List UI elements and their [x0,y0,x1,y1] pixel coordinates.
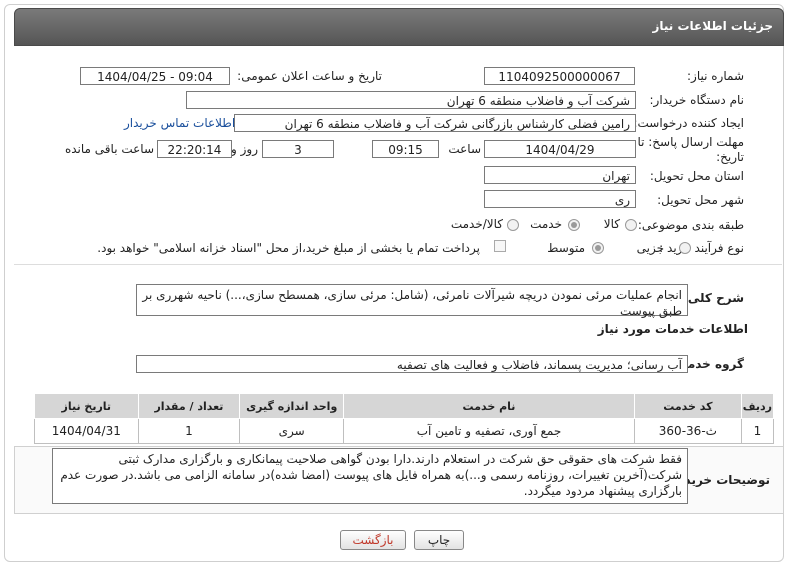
deadline-time-label: ساعت [448,142,481,156]
deadline-time-field: 09:15 [372,140,439,158]
category-goods-label: کالا [603,217,620,231]
payment-note: پرداخت تمام یا بخشی از مبلغ خرید،از محل … [97,241,480,255]
days-label: روز و [231,142,258,156]
announce-label: تاریخ و ساعت اعلان عمومی: [237,69,382,83]
creator-label: ایجاد کننده درخواست: [633,116,744,130]
services-table-header: ردیف کد خدمت نام خدمت واحد اندازه گیری ت… [34,393,775,419]
category-service-radio[interactable] [568,219,580,231]
column-header-need-date: تاریخ نیاز [34,393,139,419]
buyer-org-field: شرکت آب و فاضلاب منطقه 6 تهران [186,91,636,109]
column-header-unit: واحد اندازه گیری [239,393,345,419]
back-button[interactable]: بازگشت [340,530,406,550]
city-field: ری [484,190,636,208]
category-both-label: کالا/خدمت [450,217,503,231]
remaining-label: ساعت باقی مانده [64,142,154,156]
deadline-date-label: تاریخ: [716,150,744,164]
category-both-radio[interactable] [507,219,519,231]
remaining-time-field: 22:20:14 [157,140,232,158]
process-medium-radio[interactable] [592,242,604,254]
days-remaining-field: 3 [262,140,334,158]
page-header: جزئیات اطلاعات نیاز [14,8,784,46]
column-header-service-code: کد خدمت [633,393,742,419]
services-table: ردیف کد خدمت نام خدمت واحد اندازه گیری ت… [34,393,775,444]
process-medium-label: متوسط [547,241,585,255]
buyer-contact-link[interactable]: اطلاعات تماس خریدار [124,116,235,130]
need-number-label: شماره نیاز: [687,69,744,83]
announce-field: 1404/04/25 - 09:04 [80,67,230,85]
column-header-row-number: ردیف [740,393,775,419]
category-goods-radio[interactable] [625,219,637,231]
buyer-notes-textarea[interactable]: فقط شرکت های حقوقی حق شرکت در استعلام دا… [52,448,688,504]
cell-row-number: 1 [740,418,775,444]
column-header-service-name: نام خدمت [343,393,635,419]
category-service-label: خدمت [530,217,562,231]
treasury-payment-checkbox[interactable] [494,240,506,252]
category-label: طبقه بندی موضوعی: [637,218,744,232]
cell-quantity: 1 [137,418,241,444]
city-label: شهر محل تحویل: [657,193,744,207]
service-group-field: آب رسانی؛ مدیریت پسماند، فاضلاب و فعالیت… [136,355,688,373]
process-partial-label: جزیی [636,241,664,255]
buyer-org-label: نام دستگاه خریدار: [649,93,745,107]
province-label: استان محل تحویل: [649,169,744,183]
process-label: نوع فرآیند خرید : [659,241,744,255]
table-row: 1 ث-36-360 جمع آوری، تصفیه و تامین آب سر… [34,418,775,444]
deadline-date-field: 1404/04/29 [484,140,636,158]
cell-need-date: 1404/04/31 [34,418,139,444]
cell-service-code: ث-36-360 [633,418,742,444]
process-partial-radio[interactable] [679,242,691,254]
column-header-quantity: تعداد / مقدار [137,393,241,419]
need-number-field: 1104092500000067 [484,67,635,85]
print-button[interactable]: چاپ [414,530,464,550]
services-section-title: اطلاعات خدمات مورد نیاز [597,322,748,336]
creator-field: رامین فضلی کارشناس بازرگانی شرکت آب و فا… [234,114,636,132]
description-textarea[interactable]: انجام عملیات مرئی نمودن دریچه شیرآلات نا… [136,284,688,318]
page-title: جزئیات اطلاعات نیاز [652,19,773,33]
divider [14,264,782,265]
province-field: تهران [484,166,636,184]
deadline-label: مهلت ارسال پاسخ: تا [637,135,744,149]
cell-service-name: جمع آوری، تصفیه و تامین آب [343,418,635,444]
cell-unit: سری [239,418,345,444]
